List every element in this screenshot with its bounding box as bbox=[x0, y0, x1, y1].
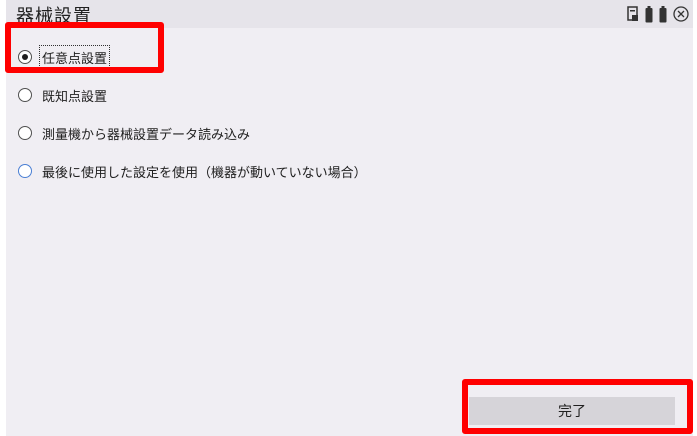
close-icon[interactable] bbox=[673, 6, 689, 22]
instrument-setup-window: 器械設置 任意点設置 既知点設置 測量機から器械設置データ読み込み 最後に使用し… bbox=[6, 0, 693, 436]
option-label: 既知点設置 bbox=[42, 89, 108, 105]
radio-button[interactable] bbox=[18, 126, 32, 140]
option-label: 最後に使用した設定を使用（機器が動いていない場合） bbox=[42, 165, 367, 181]
radio-button[interactable] bbox=[18, 50, 32, 64]
option-known-point[interactable]: 既知点設置 bbox=[18, 76, 367, 114]
option-arbitrary-point[interactable]: 任意点設置 bbox=[18, 38, 367, 76]
radio-button[interactable] bbox=[18, 88, 32, 102]
option-use-last-settings[interactable]: 最後に使用した設定を使用（機器が動いていない場合） bbox=[18, 152, 367, 190]
setup-options: 任意点設置 既知点設置 測量機から器械設置データ読み込み 最後に使用した設定を使… bbox=[18, 38, 367, 190]
document-icon bbox=[627, 6, 639, 22]
battery-icon bbox=[659, 5, 667, 23]
option-label: 任意点設置 bbox=[38, 44, 111, 70]
option-load-from-instrument[interactable]: 測量機から器械設置データ読み込み bbox=[18, 114, 367, 152]
option-label: 測量機から器械設置データ読み込み bbox=[42, 127, 251, 143]
status-icons bbox=[627, 4, 689, 24]
window-title: 器械設置 bbox=[16, 6, 92, 27]
radio-selected-dot bbox=[22, 54, 28, 60]
radio-button[interactable] bbox=[18, 164, 32, 178]
title-bar: 器械設置 bbox=[6, 0, 693, 28]
done-button[interactable]: 完了 bbox=[469, 397, 675, 425]
battery-icon bbox=[645, 5, 653, 23]
